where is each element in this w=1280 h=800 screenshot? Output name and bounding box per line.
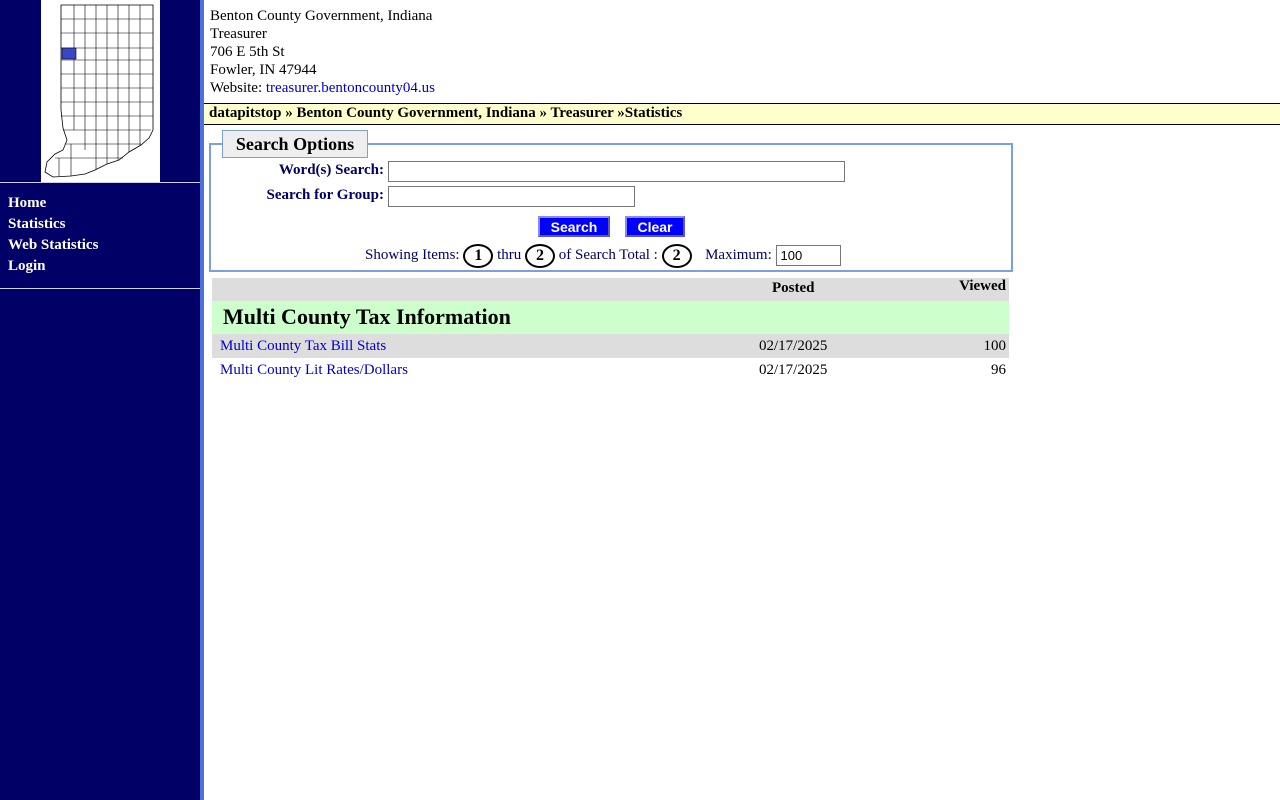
breadcrumb-separator: » [535,105,551,121]
sidebar: Home Statistics Web Statistics Login [0,0,200,800]
sidebar-item-home[interactable]: Home [8,193,98,214]
sidebar-divider [0,182,200,183]
street-address: 706 E 5th St [210,44,285,60]
breadcrumb-treasurer[interactable]: Treasurer [550,105,613,121]
row-posted-date: 02/17/2025 [759,338,828,354]
breadcrumb-separator: » [281,105,297,121]
breadcrumb: datapitstop » Benton County Government, … [204,103,1280,125]
results-table: Posted Viewed Multi County Tax Informati… [212,278,1009,382]
maximum-input[interactable] [775,245,841,267]
table-row: Multi County Lit Rates/Dollars 02/17/202… [212,358,1009,382]
range-start-badge: 1 [463,243,494,268]
group-search-label: Search for Group: [266,187,384,203]
sidebar-item-statistics[interactable]: Statistics [8,214,98,235]
showing-label: Showing Items: [365,247,460,263]
breadcrumb-statistics: Statistics [624,105,683,121]
sidebar-item-web-statistics[interactable]: Web Statistics [8,235,98,256]
row-title-link[interactable]: Multi County Tax Bill Stats [220,334,386,358]
thru-label: thru [497,247,522,263]
showing-items-summary: Showing Items: 1 thru 2 of Search Total … [365,242,841,268]
group-search-input[interactable] [388,186,635,207]
group-heading: Multi County Tax Information [212,301,1009,334]
sidebar-item-login[interactable]: Login [8,256,98,277]
website-label: Website: [210,80,263,96]
maximum-label: Maximum: [705,247,772,263]
column-header-viewed[interactable]: Viewed [959,278,1006,295]
table-row: Multi County Tax Bill Stats 02/17/2025 1… [212,334,1009,358]
words-search-label: Word(s) Search: [278,162,384,178]
range-end-badge: 2 [525,243,556,268]
sidebar-nav: Home Statistics Web Statistics Login [8,193,98,277]
row-view-count: 96 [991,362,1006,378]
row-view-count: 100 [983,338,1007,354]
website-link[interactable]: treasurer.bentoncounty04.us [266,80,435,96]
column-header-posted[interactable]: Posted [772,280,815,297]
breadcrumb-county[interactable]: Benton County Government, Indiana [297,105,536,121]
search-options-legend: Search Options [222,130,368,158]
city-state-zip: Fowler, IN 47944 [210,62,317,78]
breadcrumb-separator: » [613,105,625,121]
row-title-link[interactable]: Multi County Lit Rates/Dollars [220,358,408,382]
total-badge: 2 [661,243,692,268]
total-label: of Search Total : [558,247,658,263]
table-header: Posted Viewed [212,278,1009,301]
search-button[interactable]: Search [538,216,610,237]
indiana-map-icon[interactable] [41,0,160,182]
clear-button[interactable]: Clear [625,216,685,237]
org-header: Benton County Government, Indiana Treasu… [210,7,435,97]
row-posted-date: 02/17/2025 [759,362,828,378]
sidebar-divider [0,288,200,289]
org-name: Benton County Government, Indiana [210,8,433,24]
department-name: Treasurer [210,26,267,42]
website-line: Website: treasurer.bentoncounty04.us [210,79,435,97]
words-search-input[interactable] [388,161,845,182]
breadcrumb-datapitstop[interactable]: datapitstop [209,105,282,121]
